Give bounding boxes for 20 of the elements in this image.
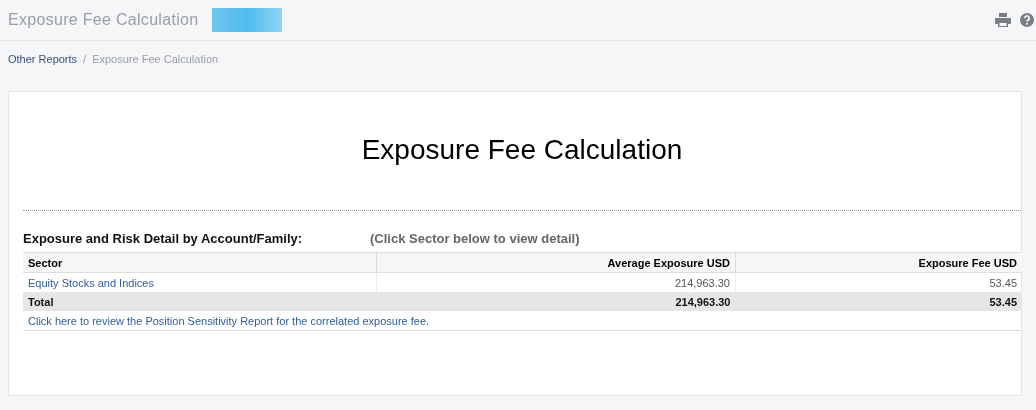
column-header: Exposure Fee USD (735, 252, 1022, 273)
report-link[interactable]: Click here to review the Position Sensitivity Report for the correlated exposure fee. (28, 314, 430, 327)
table-cell: 53.45 (989, 295, 1017, 308)
table-cell: Total (28, 295, 54, 308)
redaction-block (212, 8, 283, 32)
column-header: Sector (23, 252, 377, 273)
page-title: Exposure Fee Calculation (8, 11, 199, 29)
column-header: Average Exposure USD (376, 252, 736, 273)
breadcrumb-current: Exposure Fee Calculation (92, 53, 219, 65)
breadcrumb-link[interactable]: Other Reports (8, 53, 78, 65)
help-icon[interactable] (1020, 13, 1034, 27)
table-cell: 53.45 (989, 276, 1017, 289)
section-heading: Exposure and Risk Detail by Account/Family: (23, 231, 304, 246)
table-cell: 214,963.30 (675, 295, 731, 308)
table-cell: 214,963.30 (674, 276, 730, 289)
sector-link[interactable]: Equity Stocks and Indices (28, 276, 154, 289)
report-title: Exposure Fee Calculation (360, 133, 684, 167)
breadcrumb-separator: / (83, 53, 87, 65)
print-icon[interactable] (995, 13, 1011, 27)
section-hint: (Click Sector below to view detail) (370, 231, 580, 246)
